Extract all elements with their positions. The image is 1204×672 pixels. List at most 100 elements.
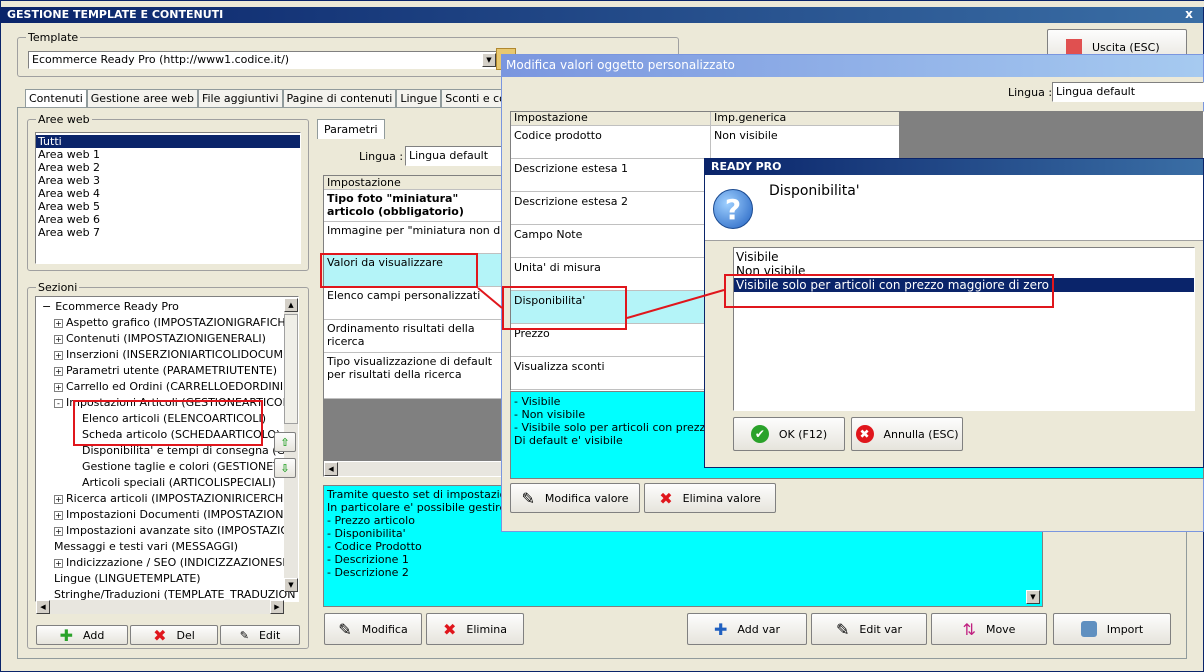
grid-row[interactable]: Valori da visualizzare <box>324 254 504 287</box>
tree-item-label: Aspetto grafico (IMPOSTAZIONIGRAFICHE) <box>66 316 297 329</box>
tree-item[interactable]: + Indicizzazione / SEO (INDICIZZAZIONESEO… <box>36 555 298 571</box>
tree-expander-icon[interactable]: + <box>54 558 63 568</box>
check-icon: ✔ <box>750 425 769 443</box>
tree-root[interactable]: − Ecommerce Ready Pro <box>36 299 298 315</box>
tree-item[interactable]: Elenco articoli (ELENCOARTICOLI) <box>36 411 298 427</box>
add-var-button[interactable]: ✚ Add var <box>687 613 807 645</box>
ok-button[interactable]: ✔ OK (F12) <box>733 417 845 451</box>
tab-contenuti[interactable]: Contenuti <box>25 89 87 109</box>
x-icon: ✖ <box>443 619 457 639</box>
edit-var-button[interactable]: ✎ Edit var <box>811 613 927 645</box>
list-item[interactable]: Area web 7 <box>36 226 300 239</box>
template-dropdown-arrow[interactable]: ▼ <box>482 53 496 67</box>
tree-items: + Aspetto grafico (IMPOSTAZIONIGRAFICHE) +… <box>36 315 298 601</box>
edit-var-button-label: Edit var <box>859 622 902 636</box>
options-list: Visibile Non visibile Visibile solo per … <box>733 247 1195 411</box>
modifica-dialog-title: Modifica valori oggetto personalizzato <box>506 58 735 72</box>
tree-item[interactable]: Lingue (LINGUETEMPLATE) <box>36 571 298 587</box>
tree-expander-icon[interactable]: + <box>54 494 63 504</box>
option-non-visibile[interactable]: Non visibile <box>734 264 1194 278</box>
tab-parametri[interactable]: Parametri <box>317 119 385 139</box>
grid-row[interactable]: Tipo foto "miniatura" articolo (obbligat… <box>324 190 504 222</box>
tab-lingue[interactable]: Lingue <box>396 89 442 109</box>
tree-expander-icon[interactable]: + <box>54 382 63 392</box>
tree-item[interactable]: + Contenuti (IMPOSTAZIONIGENERALI) <box>36 331 298 347</box>
import-button-label: Import <box>1106 622 1144 636</box>
tree-expander-icon[interactable]: - <box>54 398 63 408</box>
tab-file-aggiuntivi[interactable]: File aggiuntivi <box>197 89 283 109</box>
modifica-valore-button[interactable]: ✎ Modifica valore <box>510 483 640 513</box>
tab-pagine-di-contenuti[interactable]: Pagine di contenuti <box>282 89 397 109</box>
add-button[interactable]: ✚ Add <box>36 625 128 645</box>
option-visibile[interactable]: Visibile <box>734 250 1194 264</box>
tree-item[interactable]: Disponibilita' e tempi di consegna (GES <box>36 443 298 459</box>
tree-item-label: Impostazioni Articoli (GESTIONEARTICOLID… <box>66 396 299 409</box>
move-button-label: Move <box>985 622 1016 636</box>
tree-item[interactable]: + Aspetto grafico (IMPOSTAZIONIGRAFICHE) <box>36 315 298 331</box>
list-item[interactable]: Tutti <box>36 135 300 148</box>
elimina-button[interactable]: ✖ Elimina <box>426 613 524 645</box>
tree-expander-icon[interactable]: + <box>54 350 63 360</box>
tree-item[interactable]: - Impostazioni Articoli (GESTIONEARTICOLI… <box>36 395 298 411</box>
tree-expander-icon[interactable]: + <box>54 318 63 328</box>
tree-item[interactable]: Scheda articolo (SCHEDAARTICOLO) <box>36 427 298 443</box>
grid-hscrollbar[interactable]: ◀ <box>324 462 504 476</box>
edit-button[interactable]: ✎ Edit <box>220 625 300 645</box>
grid-row[interactable]: Ordinamento risultati della ricerca <box>324 320 504 353</box>
scroll-right-arrow[interactable]: ▶ <box>270 600 284 614</box>
template-select[interactable]: Ecommerce Ready Pro (http://www1.codice.… <box>28 51 498 69</box>
tree-expander[interactable]: − <box>42 300 51 313</box>
tree-item[interactable]: Gestione taglie e colori (GESTIONETAG <box>36 459 298 475</box>
parametri-lingua-select[interactable]: Lingua default <box>405 146 505 166</box>
tree-item[interactable]: + Ricerca articoli (IMPOSTAZIONIRICERCHE) <box>36 491 298 507</box>
move-up-button[interactable]: ⇧ <box>274 432 296 452</box>
description-line: - Codice Prodotto <box>327 540 422 553</box>
scroll-left-arrow[interactable]: ◀ <box>324 462 338 476</box>
close-button[interactable]: x <box>1181 8 1197 21</box>
scroll-left-arrow[interactable]: ◀ <box>36 600 50 614</box>
annulla-button-label: Annulla (ESC) <box>883 427 959 441</box>
tree-item-label: Disponibilita' e tempi di consegna (GES <box>82 444 299 457</box>
option-visibile-solo-prezzo[interactable]: Visibile solo per articoli con prezzo ma… <box>734 278 1194 292</box>
edit-icon: ✎ <box>239 628 249 642</box>
modifica-button[interactable]: ✎ Modifica <box>324 613 422 645</box>
tree-expander-icon[interactable]: + <box>54 334 63 344</box>
list-item[interactable]: Area web 1 <box>36 148 300 161</box>
modifica-lingua-select[interactable]: Lingua default <box>1052 82 1204 102</box>
tree-item-label: Impostazioni avanzate sito (IMPOSTAZIONI… <box>66 524 299 537</box>
scroll-thumb[interactable] <box>284 314 298 424</box>
list-item[interactable]: Area web 5 <box>36 200 300 213</box>
grid-row[interactable]: Tipo visualizzazione di default per risu… <box>324 353 504 399</box>
tree-item[interactable]: + Carrello ed Ordini (CARRELLOEDORDINI) <box>36 379 298 395</box>
import-button[interactable]: Import <box>1053 613 1171 645</box>
list-item[interactable]: Area web 3 <box>36 174 300 187</box>
tree-item[interactable]: + Impostazioni avanzate sito (IMPOSTAZION… <box>36 523 298 539</box>
grid-cell-name: Descrizione estesa 1 <box>511 159 711 191</box>
scroll-down-arrow[interactable]: ▼ <box>1026 590 1040 604</box>
tree-item[interactable]: Messaggi e testi vari (MESSAGGI) <box>36 539 298 555</box>
grid-row[interactable]: Codice prodotto Non visibile <box>511 126 899 159</box>
move-down-button[interactable]: ⇩ <box>274 458 296 478</box>
grid-row[interactable]: Immagine per "miniatura non disponil <box>324 222 504 254</box>
tree-item[interactable]: Articoli speciali (ARTICOLISPECIALI) <box>36 475 298 491</box>
list-item[interactable]: Area web 4 <box>36 187 300 200</box>
tree-item[interactable]: + Inserzioni (INSERZIONIARTICOLIDOCUMENT <box>36 347 298 363</box>
tree-expander-icon[interactable]: + <box>54 510 63 520</box>
scroll-down-arrow[interactable]: ▼ <box>284 578 298 592</box>
aree-web-label: Aree web <box>36 113 92 126</box>
del-button[interactable]: ✖ Del <box>130 625 218 645</box>
tree-hscrollbar[interactable]: ◀ ▶ <box>36 600 284 614</box>
tree-item[interactable]: + Impostazioni Documenti (IMPOSTAZIONIDOC <box>36 507 298 523</box>
tree-item[interactable]: + Parametri utente (PARAMETRIUTENTE) <box>36 363 298 379</box>
exit-button-label: Uscita (ESC) <box>1092 40 1160 54</box>
tree-expander-icon[interactable]: + <box>54 366 63 376</box>
grid-row[interactable]: Elenco campi personalizzati <box>324 287 504 320</box>
elimina-valore-button[interactable]: ✖ Elimina valore <box>644 483 776 513</box>
annulla-button[interactable]: ✖ Annulla (ESC) <box>851 417 963 451</box>
scroll-up-arrow[interactable]: ▲ <box>284 298 298 312</box>
list-item[interactable]: Area web 6 <box>36 213 300 226</box>
tab-gestione-aree-web[interactable]: Gestione aree web <box>86 89 198 109</box>
tree-expander-icon[interactable]: + <box>54 526 63 536</box>
list-item[interactable]: Area web 2 <box>36 161 300 174</box>
move-button[interactable]: ⇅ Move <box>931 613 1047 645</box>
